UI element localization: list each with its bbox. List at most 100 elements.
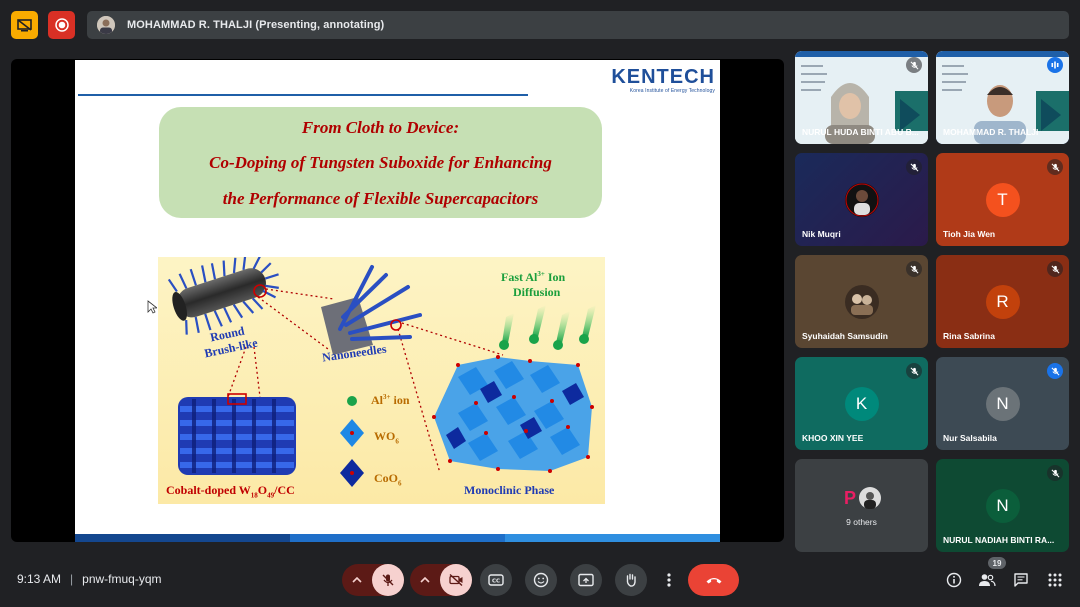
participant-initial-avatar: K <box>844 387 879 421</box>
svg-text:CC: CC <box>492 579 500 585</box>
present-now-button[interactable] <box>570 564 602 596</box>
fig-label-cobalt-doped: Cobalt-doped W18O49/CC <box>166 483 295 500</box>
activities-button[interactable] <box>1045 570 1065 590</box>
end-call-icon <box>706 577 721 583</box>
fig-label-fast-ion: Fast Al3+ Ion <box>501 270 566 284</box>
participant-tile-5[interactable]: Syuhaidah Samsudin <box>795 255 928 348</box>
chat-button[interactable] <box>1011 570 1031 590</box>
participant-name: NURUL NADIAH BINTI RA... <box>943 535 1055 545</box>
mic-off-icon <box>1051 265 1059 273</box>
more-options-button[interactable] <box>660 564 678 596</box>
people-icon <box>979 574 996 587</box>
mic-control-group <box>342 564 404 596</box>
record-icon <box>54 18 69 32</box>
mic-off-icon <box>910 367 918 375</box>
participant-tile-10[interactable]: N NURUL NADIAH BINTI RA... <box>936 459 1069 552</box>
participant-name: Nur Salsabila <box>943 433 997 443</box>
mic-off-icon <box>910 163 918 171</box>
participant-tile-4[interactable]: T Tioh Jia Wen <box>936 153 1069 246</box>
mic-muted-indicator <box>906 261 922 277</box>
legend-coo6: CoO6 <box>374 471 402 488</box>
presentation-stage[interactable]: KENTECH Korea Institute of Energy Techno… <box>11 59 784 542</box>
slide-header-line <box>78 94 528 96</box>
chevron-up-icon <box>352 577 362 583</box>
emoji-icon <box>533 572 549 588</box>
participant-name: Syuhaidah Samsudin <box>802 331 888 341</box>
participant-name: Rina Sabrina <box>943 331 995 341</box>
raise-hand-button[interactable] <box>615 564 647 596</box>
participant-name: MOHAMMAD R. THALJI <box>943 127 1039 137</box>
slide: KENTECH Korea Institute of Energy Techno… <box>75 60 720 542</box>
slide-title-line-3: the Performance of Flexible Supercapacit… <box>222 189 539 208</box>
others-count-label: 9 others <box>846 517 877 527</box>
meeting-details-button[interactable] <box>944 570 964 590</box>
participant-name: Nik Muqri <box>802 229 841 239</box>
participant-count-badge: 19 <box>988 557 1006 569</box>
mic-off-icon <box>910 61 918 69</box>
closed-captions-icon: CC <box>488 574 504 586</box>
screen-share-off-icon <box>17 18 32 31</box>
legend-al-ion: Al3+ ion <box>371 393 410 407</box>
participant-tile-8[interactable]: N Nur Salsabila <box>936 357 1069 450</box>
meeting-info: 9:13 AM | pnw-fmuq-yqm <box>17 572 162 586</box>
participant-initial-avatar: T <box>985 183 1020 217</box>
legend-wo6: WO6 <box>374 429 399 446</box>
others-initial-avatar: P <box>839 487 861 509</box>
more-vertical-icon <box>667 573 671 587</box>
mic-off-icon <box>1051 469 1059 477</box>
participant-tile-1[interactable]: NURUL HUDA BINTI ABU B... <box>795 51 928 144</box>
audio-level-icon <box>1051 61 1059 69</box>
person-avatar-icon <box>97 16 115 34</box>
slide-title-line-2: Co-Doping of Tungsten Suboxide for Enhan… <box>209 153 552 172</box>
audio-options-button[interactable] <box>342 564 372 596</box>
mic-muted-indicator <box>1047 363 1063 379</box>
mic-muted-indicator <box>1047 159 1063 175</box>
presentation-paused-button[interactable] <box>11 11 38 39</box>
video-options-button[interactable] <box>410 564 440 596</box>
kentech-logo: KENTECH Korea Institute of Energy Techno… <box>609 66 715 94</box>
scientific-figure: Fast Al3+ Ion Diffusion Round Brush-like… <box>158 257 605 504</box>
participant-name: KHOO XIN YEE <box>802 433 864 443</box>
mic-muted-indicator <box>1047 465 1063 481</box>
meet-window: MOHAMMAD R. THALJI (Presenting, annotati… <box>0 0 1080 607</box>
fig-label-diffusion: Diffusion <box>513 285 561 299</box>
mic-muted-indicator <box>906 57 922 73</box>
mic-off-icon <box>910 265 918 273</box>
participant-tile-2[interactable]: MOHAMMAD R. THALJI <box>936 51 1069 144</box>
mic-off-icon <box>382 574 394 586</box>
meeting-info-separator: | <box>70 572 74 586</box>
participant-initial-avatar: N <box>985 387 1020 421</box>
mic-toggle-button[interactable] <box>372 564 404 596</box>
speaking-indicator <box>1047 57 1063 73</box>
participant-tile-7[interactable]: K KHOO XIN YEE <box>795 357 928 450</box>
camera-off-icon <box>449 573 463 587</box>
participant-tile-6[interactable]: R Rina Sabrina <box>936 255 1069 348</box>
captions-button[interactable]: CC <box>480 564 512 596</box>
chat-icon <box>1014 573 1028 587</box>
fig-label-monoclinic: Monoclinic Phase <box>464 483 555 497</box>
mic-off-icon <box>1051 367 1059 375</box>
participant-tile-others[interactable]: P 9 others <box>795 459 928 552</box>
presenter-label: MOHAMMAD R. THALJI (Presenting, annotati… <box>127 19 385 31</box>
people-button[interactable] <box>977 570 997 590</box>
others-profile-picture <box>859 487 881 509</box>
slide-title-box: From Cloth to Device: Co-Doping of Tungs… <box>159 107 602 218</box>
apps-grid-icon <box>1048 573 1062 587</box>
meeting-time: 9:13 AM <box>17 572 62 586</box>
logo-brand: KENTECH <box>611 66 715 88</box>
profile-picture <box>845 285 879 319</box>
leave-call-button[interactable] <box>688 564 739 596</box>
mic-muted-indicator <box>906 363 922 379</box>
presenter-avatar <box>97 16 115 34</box>
info-icon <box>946 572 962 588</box>
camera-toggle-button[interactable] <box>440 564 472 596</box>
presenter-bar[interactable]: MOHAMMAD R. THALJI (Presenting, annotati… <box>87 11 1069 39</box>
hand-icon <box>626 573 636 587</box>
control-bar: 9:13 AM | pnw-fmuq-yqm CC <box>0 556 1080 607</box>
reactions-button[interactable] <box>525 564 557 596</box>
meeting-code: pnw-fmuq-yqm <box>82 572 162 586</box>
recording-button[interactable] <box>48 11 75 39</box>
participant-tile-3[interactable]: Nik Muqri <box>795 153 928 246</box>
present-screen-icon <box>578 573 594 587</box>
mouse-cursor-icon <box>147 300 157 314</box>
